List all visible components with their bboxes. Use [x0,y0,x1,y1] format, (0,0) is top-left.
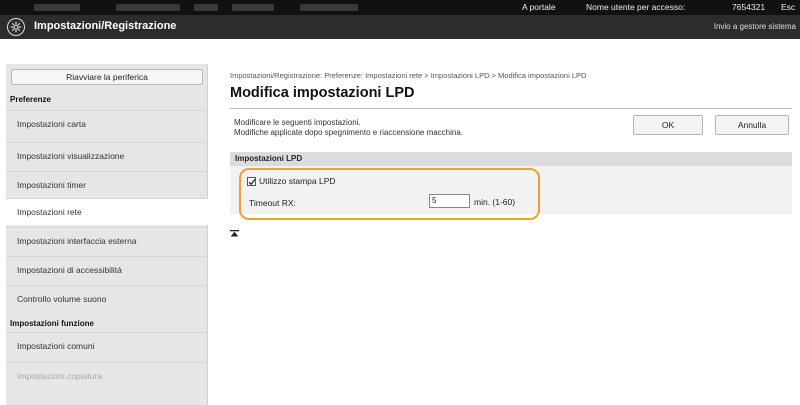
title-bar: Impostazioni/Registrazione Invio a gesto… [0,15,800,39]
main-content: Impostazioni/Registrazione: Preferenze: … [208,64,800,405]
page-top-icon[interactable] [230,230,239,237]
user-label: Nome utente per accesso: [586,2,686,12]
settings-logo-icon [7,18,25,36]
blurred-text [232,4,274,11]
page-title: Modifica impostazioni LPD [230,85,415,101]
sidebar-section-preferences: Preferenze [10,95,51,104]
sidebar-section-functions: Impostazioni funzione [10,319,94,328]
sidebar: Riavviare la periferica Preferenze Impos… [6,64,208,405]
user-id: 7654321 [732,2,766,12]
sidebar-item-volume[interactable]: Controllo volume suono [6,285,208,312]
breadcrumb: Impostazioni/Registrazione: Preferenze: … [230,71,587,80]
sidebar-item-accessibility[interactable]: Impostazioni di accessibilità [6,256,208,283]
restart-device-button[interactable]: Riavviare la periferica [11,69,203,85]
blurred-text [116,4,180,11]
sidebar-item-network[interactable]: Impostazioni rete [6,198,208,225]
top-strip: A portale Nome utente per accesso: 76543… [0,0,800,15]
admin-mail-link[interactable]: Invio a gestore sistema [714,22,796,31]
blurred-text [194,4,218,11]
sidebar-item-copy[interactable]: Impostazioni copiatura [6,362,208,389]
description-line-1: Modificare le seguenti impostazioni. [234,118,361,127]
logout-link[interactable]: Esc [781,2,795,12]
portal-link[interactable]: A portale [522,2,556,12]
app-title: Impostazioni/Registrazione [34,20,177,32]
sidebar-item-paper[interactable]: Impostazioni carta [6,110,208,137]
sidebar-item-display[interactable]: Impostazioni visualizzazione [6,142,208,169]
description-line-2: Modifiche applicate dopo spegnimento e r… [234,128,464,137]
highlight-callout [239,168,540,220]
blurred-text [300,4,358,11]
sidebar-item-timer[interactable]: Impostazioni timer [6,171,208,198]
cancel-button[interactable]: Annulla [715,115,789,135]
sidebar-item-common[interactable]: Impostazioni comuni [6,332,208,359]
section-header-lpd: Impostazioni LPD [230,152,792,166]
sidebar-item-external-interface[interactable]: Impostazioni interfaccia esterna [6,227,208,254]
title-divider [230,108,792,109]
blurred-text [34,4,80,11]
ok-button[interactable]: OK [633,115,703,135]
